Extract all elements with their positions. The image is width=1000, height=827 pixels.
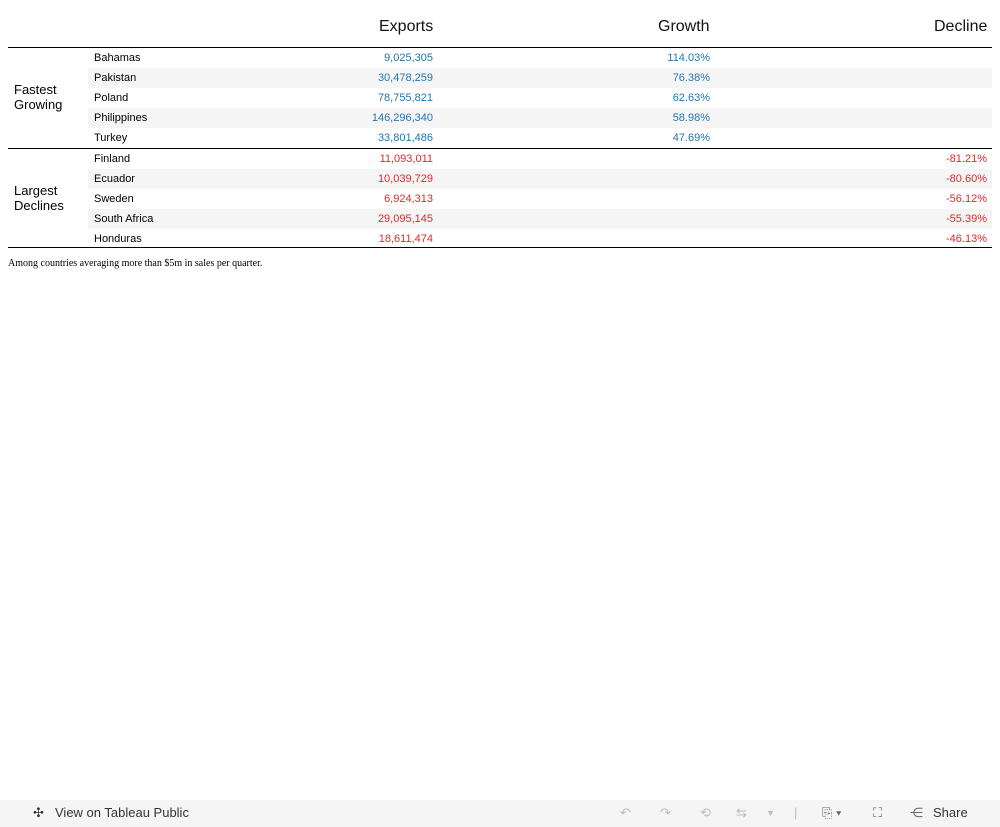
decline-value: -46.13% [946, 233, 987, 245]
growth-value: 58.98% [672, 112, 710, 124]
decline-value: -55.39% [946, 213, 987, 225]
exports-value: 11,093,011 [379, 153, 433, 165]
country-name: Sweden [94, 193, 134, 205]
table-row[interactable]: Bahamas 9,025,305 114.03% [88, 48, 992, 68]
table-row[interactable]: Finland 11,093,011 -81.21% [88, 149, 992, 169]
exports-value: 18,611,474 [378, 233, 433, 245]
table-row[interactable]: Pakistan 30,478,259 76.38% [88, 68, 992, 88]
exports-value: 33,801,486 [377, 132, 433, 144]
header-exports: Exports [379, 18, 434, 35]
row-group: Fastest Growing Bahamas 9,025,305 114.03% P… [8, 47, 992, 148]
exports-value: 146,296,340 [371, 112, 433, 124]
group-label: Fastest Growing [14, 82, 63, 112]
header-growth: Growth [658, 18, 710, 35]
growth-value: 47.69% [672, 132, 710, 144]
row-group: Largest Declines Finland 11,093,011 -81.21… [8, 148, 992, 249]
country-name: South Africa [94, 213, 154, 225]
exports-value: 30,478,259 [377, 72, 433, 84]
table-row[interactable]: Turkey 33,801,486 47.69% [88, 128, 992, 148]
exports-value: 9,025,305 [384, 52, 433, 64]
country-name: Honduras [94, 233, 142, 245]
growth-value: 114.03% [667, 52, 710, 64]
table-row[interactable]: Philippines 146,296,340 58.98% [88, 108, 992, 128]
toolbar-divider: | [794, 805, 798, 820]
decline-value: -56.12% [946, 193, 987, 205]
tableau-logo-icon: ✣ [33, 805, 44, 820]
country-name: Pakistan [94, 72, 137, 84]
table-row[interactable]: South Africa 29,095,145 -55.39% [88, 209, 992, 229]
country-name: Ecuador [94, 173, 135, 185]
header-decline: Decline [934, 18, 988, 35]
refresh-icon[interactable]: ⇆ [736, 805, 747, 821]
decline-value: -81.21% [946, 153, 987, 165]
share-button[interactable]: Share [933, 805, 968, 820]
exports-value: 78,755,821 [377, 92, 433, 104]
exports-value: 6,924,313 [384, 193, 433, 205]
view-on-tableau-link[interactable]: View on Tableau Public [55, 805, 189, 820]
redo-icon[interactable]: ↷ [660, 805, 671, 821]
exports-table: Fastest Growing Bahamas 9,025,305 114.03% P… [8, 47, 992, 249]
table-row[interactable]: Poland 78,755,821 62.63% [88, 88, 992, 108]
revert-icon[interactable]: ⟲ [700, 805, 711, 821]
country-name: Finland [94, 153, 131, 165]
footnote: Among countries averaging more than $5m … [8, 258, 263, 269]
exports-value: 29,095,145 [377, 213, 433, 225]
country-name: Turkey [94, 132, 128, 144]
growth-value: 62.63% [672, 92, 710, 104]
share-icon[interactable]: ⋲ [910, 805, 923, 821]
table-bottom-border [8, 247, 992, 248]
table-row[interactable]: Honduras 18,611,474 -46.13% [88, 229, 992, 249]
exports-value: 10,039,729 [377, 173, 433, 185]
growth-value: 76.38% [672, 72, 710, 84]
table-row[interactable]: Sweden 6,924,313 -56.12% [88, 189, 992, 209]
country-name: Bahamas [94, 52, 141, 64]
country-name: Poland [94, 92, 129, 104]
country-name: Philippines [94, 112, 148, 124]
tableau-toolbar: ✣ View on Tableau Public ↶ ↷ ⟲ ⇆ ▼ | ⎘ ▾… [0, 800, 1000, 827]
download-icon[interactable]: ⎘ ▾ [822, 805, 841, 821]
undo-icon[interactable]: ↶ [620, 805, 631, 821]
refresh-dropdown-icon[interactable]: ▼ [766, 808, 775, 818]
decline-value: -80.60% [946, 173, 987, 185]
fullscreen-icon[interactable]: ⛶ [873, 805, 882, 821]
table-row[interactable]: Ecuador 10,039,729 -80.60% [88, 169, 992, 189]
group-label: Largest Declines [14, 183, 64, 213]
